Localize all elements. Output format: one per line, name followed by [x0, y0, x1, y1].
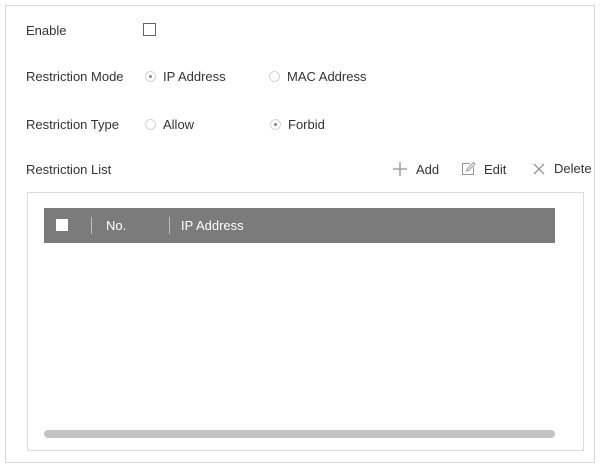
scrollbar-thumb[interactable] [44, 430, 555, 438]
restriction-list-table: No. IP Address [27, 192, 584, 451]
radio-ip-address[interactable]: IP Address [145, 69, 226, 84]
edit-icon [462, 161, 476, 175]
radio-ip-address-indicator[interactable] [145, 71, 156, 82]
delete-button[interactable]: Delete [532, 161, 592, 176]
table-body [44, 243, 555, 416]
radio-mac-address-label: MAC Address [287, 69, 367, 84]
column-divider [169, 217, 170, 234]
radio-allow-indicator[interactable] [145, 119, 156, 130]
add-button-label: Add [416, 161, 440, 177]
radio-ip-address-label: IP Address [163, 69, 226, 84]
column-header-ip-address[interactable]: IP Address [181, 218, 244, 233]
radio-mac-address-indicator[interactable] [269, 71, 280, 82]
restriction-list-label: Restriction List [26, 162, 112, 177]
restriction-mode-label: Restriction Mode [26, 69, 124, 84]
horizontal-scrollbar[interactable] [44, 430, 555, 438]
table-header: No. IP Address [44, 208, 555, 243]
edit-button[interactable]: Edit [460, 161, 506, 177]
add-button[interactable]: Add [392, 161, 439, 177]
radio-forbid-indicator[interactable] [270, 119, 281, 130]
enable-checkbox[interactable] [143, 23, 156, 36]
close-icon [533, 163, 545, 174]
radio-allow-label: Allow [163, 117, 195, 132]
select-all-checkbox[interactable] [56, 219, 68, 231]
column-header-no[interactable]: No. [106, 218, 126, 233]
edit-button-label: Edit [484, 161, 507, 177]
column-divider [91, 217, 92, 234]
plus-icon [393, 162, 407, 176]
restriction-type-label: Restriction Type [26, 117, 119, 132]
radio-mac-address[interactable]: MAC Address [269, 69, 366, 84]
access-restriction-panel: Enable Restriction Mode IP Address MAC A… [5, 5, 595, 463]
radio-forbid[interactable]: Forbid [270, 117, 325, 132]
delete-button-label: Delete [554, 161, 592, 176]
radio-allow[interactable]: Allow [145, 117, 194, 132]
enable-label: Enable [26, 23, 67, 38]
radio-forbid-label: Forbid [288, 117, 325, 132]
